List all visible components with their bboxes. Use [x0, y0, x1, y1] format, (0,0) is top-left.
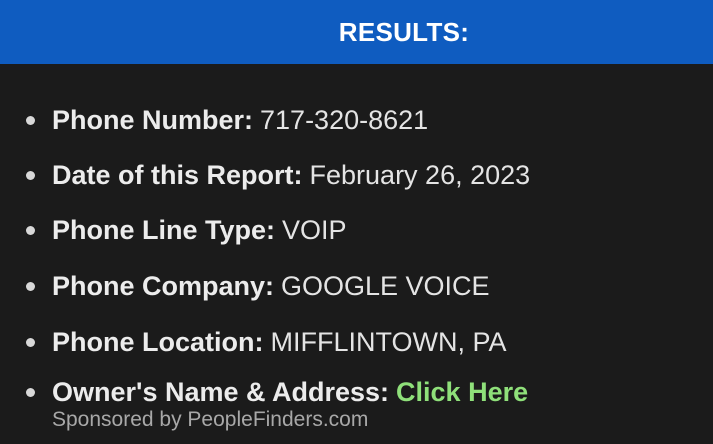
result-item-phone-company: Phone Company: GOOGLE VOICE	[26, 266, 490, 306]
result-item-owner: Owner's Name & Address: Click Here	[26, 372, 528, 412]
results-header: RESULTS:	[0, 0, 713, 64]
bullet-icon	[26, 337, 35, 347]
phone-location-label: Phone Location:	[52, 326, 264, 357]
bullet-icon	[26, 281, 35, 291]
bullet-icon	[26, 387, 35, 397]
bullet-icon	[26, 170, 35, 180]
phone-number-value: 717-320-8621	[260, 104, 429, 135]
result-item-line-type: Phone Line Type: VOIP	[26, 210, 347, 250]
phone-company-label: Phone Company:	[52, 270, 275, 301]
sponsor-text: Sponsored by PeopleFinders.com	[52, 408, 369, 431]
phone-number-label: Phone Number:	[52, 104, 254, 135]
results-page: RESULTS: Phone Number: 717-320-8621 Date…	[0, 0, 713, 444]
phone-company-value: GOOGLE VOICE	[281, 270, 490, 301]
result-item-report-date: Date of this Report: February 26, 2023	[26, 155, 530, 195]
owner-label: Owner's Name & Address:	[52, 376, 390, 407]
result-item-phone-number: Phone Number: 717-320-8621	[26, 100, 428, 140]
phone-location-value: MIFFLINTOWN, PA	[270, 326, 507, 357]
result-item-phone-location: Phone Location: MIFFLINTOWN, PA	[26, 322, 507, 362]
bullet-icon	[26, 115, 35, 125]
line-type-value: VOIP	[282, 214, 347, 245]
bullet-icon	[26, 225, 35, 235]
results-title: RESULTS:	[338, 16, 470, 47]
report-date-label: Date of this Report:	[52, 159, 303, 190]
report-date-value: February 26, 2023	[309, 159, 531, 190]
line-type-label: Phone Line Type:	[52, 214, 276, 245]
owner-click-here-link[interactable]: Click Here	[396, 377, 528, 408]
